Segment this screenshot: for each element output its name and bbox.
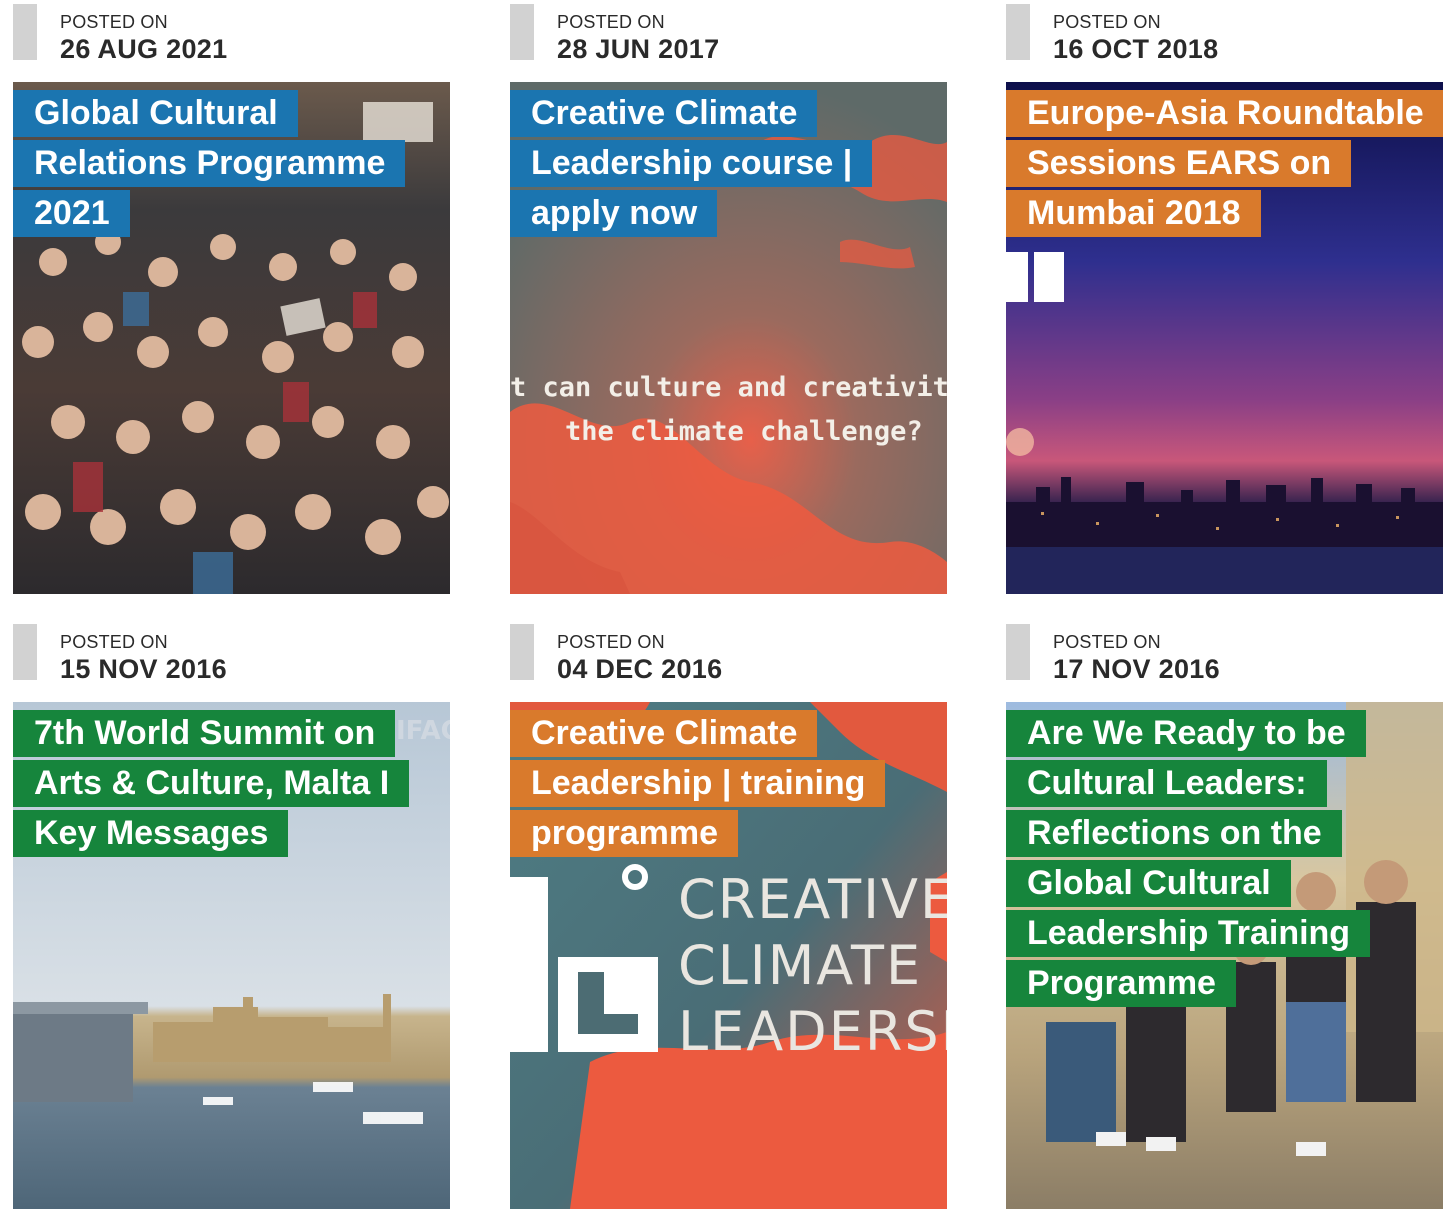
date-accent-bar [1006, 4, 1030, 60]
post-date: 16 OCT 2018 [1053, 34, 1219, 64]
posted-on-label: POSTED ON [1053, 632, 1161, 652]
ccl-line-2: CLIMATE [678, 934, 923, 997]
post-date: 26 AUG 2021 [60, 34, 228, 64]
post-title[interactable]: Creative Climate Leadership | training p… [510, 708, 930, 858]
post-thumbnail[interactable]: Europe-Asia Roundtable Sessions EARS on … [1006, 82, 1443, 594]
post-thumbnail[interactable]: Are We Ready to be Cultural Leaders: Ref… [1006, 702, 1443, 1209]
post-thumbnail[interactable]: CREATIVE CLIMATE LEADERSHI Creative Clim… [510, 702, 947, 1209]
post-meta: POSTED ON 26 AUG 2021 [13, 0, 450, 82]
post-thumbnail[interactable]: t can culture and creativity the climate… [510, 82, 947, 594]
post-title[interactable]: Global Cultural Relations Programme 2021 [13, 88, 433, 238]
post-meta: POSTED ON 04 DEC 2016 [510, 620, 947, 702]
post-card[interactable]: POSTED ON 15 NOV 2016 IFA 7th World Summ… [13, 620, 450, 1209]
post-card[interactable]: POSTED ON 16 OCT 2018 Europe-Asia Roundt… [1006, 0, 1443, 594]
date-accent-bar [510, 4, 534, 60]
post-title[interactable]: 7th World Summit on Arts & Culture, Malt… [13, 708, 433, 858]
post-card[interactable]: POSTED ON 28 JUN 2017 t can culture and … [510, 0, 947, 594]
post-title[interactable]: Are We Ready to be Cultural Leaders: Ref… [1006, 708, 1426, 1008]
post-meta: POSTED ON 28 JUN 2017 [510, 0, 947, 82]
post-date: 15 NOV 2016 [60, 654, 227, 684]
ccl-line-3: LEADERSHI [678, 1000, 947, 1063]
banner-text-line-1: t can culture and creativity [510, 372, 947, 403]
post-card[interactable]: POSTED ON 17 NOV 2016 Are We Ready to be… [1006, 620, 1443, 1209]
post-date: 17 NOV 2016 [1053, 654, 1220, 684]
date-accent-bar [1006, 624, 1030, 680]
post-meta: POSTED ON 15 NOV 2016 [13, 620, 450, 702]
posted-on-label: POSTED ON [60, 12, 168, 32]
date-accent-bar [510, 624, 534, 680]
date-accent-bar [13, 4, 37, 60]
posted-on-label: POSTED ON [60, 632, 168, 652]
post-date: 04 DEC 2016 [557, 654, 723, 684]
post-card[interactable]: POSTED ON 26 AUG 2021 Global Cultural Re… [13, 0, 450, 594]
post-thumbnail[interactable]: Global Cultural Relations Programme 2021 [13, 82, 450, 594]
post-meta: POSTED ON 16 OCT 2018 [1006, 0, 1443, 82]
post-title[interactable]: Creative Climate Leadership course | app… [510, 88, 930, 238]
ccl-line-1: CREATIVE [678, 868, 947, 931]
posted-on-label: POSTED ON [557, 12, 665, 32]
posted-on-label: POSTED ON [557, 632, 665, 652]
post-thumbnail[interactable]: IFAC 7th World Summit on Arts & Culture,… [13, 702, 450, 1209]
date-accent-bar [13, 624, 37, 680]
posted-on-label: POSTED ON [1053, 12, 1161, 32]
post-card[interactable]: POSTED ON 04 DEC 2016 CREATIVE CLIMATE L… [510, 620, 947, 1209]
post-meta: POSTED ON 17 NOV 2016 [1006, 620, 1443, 702]
post-title[interactable]: Europe-Asia Roundtable Sessions EARS on … [1006, 88, 1443, 238]
banner-text-line-2: the climate challenge? [565, 416, 923, 447]
post-date: 28 JUN 2017 [557, 34, 720, 64]
